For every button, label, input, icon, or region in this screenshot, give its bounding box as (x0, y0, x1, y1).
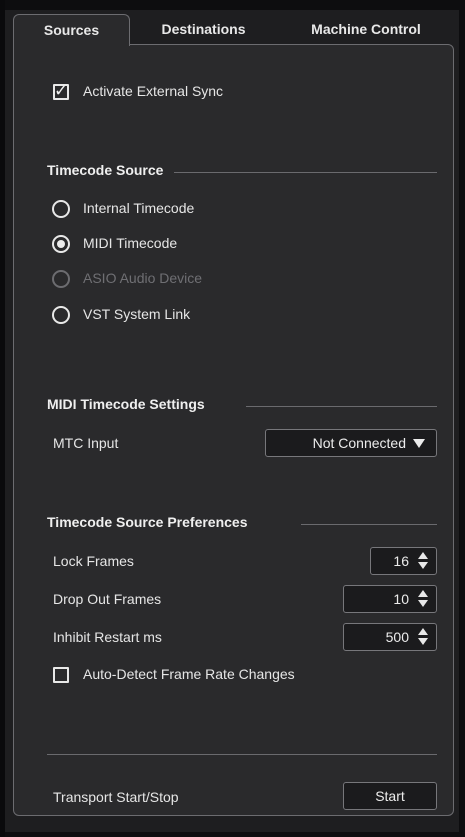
activate-external-sync-checkbox[interactable]: ✓ (53, 81, 69, 100)
inhibit-restart-stepper[interactable]: 500 (343, 623, 437, 651)
spin-arrows-icon[interactable] (418, 589, 429, 609)
timecode-source-preferences-title: Timecode Source Preferences (47, 514, 248, 530)
transport-start-button[interactable]: Start (343, 782, 437, 810)
radio-internal-timecode[interactable] (52, 200, 70, 218)
transport-start-button-label: Start (375, 788, 405, 804)
drop-out-frames-label: Drop Out Frames (53, 591, 162, 607)
radio-vst-system-link[interactable] (52, 306, 70, 324)
tab-bar: Sources Destinations Machine Control (13, 14, 457, 46)
radio-internal-timecode-label: Internal Timecode (83, 200, 195, 216)
inhibit-restart-value: 500 (385, 629, 409, 645)
lock-frames-value: 16 (393, 553, 409, 569)
section-divider (174, 172, 437, 173)
mtc-input-label: MTC Input (53, 435, 119, 451)
midi-timecode-settings-title: MIDI Timecode Settings (47, 396, 205, 412)
timecode-source-title: Timecode Source (47, 162, 164, 178)
lock-frames-stepper[interactable]: 16 (370, 547, 437, 575)
section-divider (246, 406, 437, 407)
mtc-input-dropdown[interactable]: Not Connected (265, 429, 437, 457)
radio-asio-audio-device-label: ASIO Audio Device (83, 270, 203, 286)
activate-external-sync-label: Activate External Sync (83, 83, 224, 99)
chevron-down-icon (413, 439, 425, 448)
radio-midi-timecode-label: MIDI Timecode (83, 235, 178, 251)
spin-arrows-icon[interactable] (418, 627, 429, 647)
mtc-input-value: Not Connected (312, 435, 406, 451)
tab-sources[interactable]: Sources (13, 14, 130, 46)
auto-detect-frame-rate-label: Auto-Detect Frame Rate Changes (83, 666, 295, 682)
tab-machine-control-label: Machine Control (311, 21, 421, 37)
section-divider (301, 524, 437, 525)
drop-out-frames-stepper[interactable]: 10 (343, 585, 437, 613)
spin-arrows-icon[interactable] (418, 551, 429, 571)
inhibit-restart-label: Inhibit Restart ms (53, 629, 162, 645)
tab-destinations-label: Destinations (161, 21, 246, 37)
lock-frames-label: Lock Frames (53, 553, 134, 569)
radio-midi-timecode[interactable] (52, 235, 70, 253)
transport-start-stop-label: Transport Start/Stop (53, 789, 179, 805)
radio-vst-system-link-label: VST System Link (83, 306, 191, 322)
radio-asio-audio-device (52, 270, 70, 288)
tab-destinations[interactable]: Destinations (141, 14, 266, 44)
drop-out-frames-value: 10 (393, 591, 409, 607)
checkmark-icon: ✓ (54, 81, 69, 100)
sources-panel: ✓ Activate External Sync Timecode Source… (13, 44, 454, 816)
auto-detect-frame-rate-checkbox[interactable] (53, 667, 69, 683)
tab-sources-label: Sources (43, 22, 100, 38)
tab-machine-control[interactable]: Machine Control (281, 14, 451, 44)
transport-divider (47, 754, 437, 755)
